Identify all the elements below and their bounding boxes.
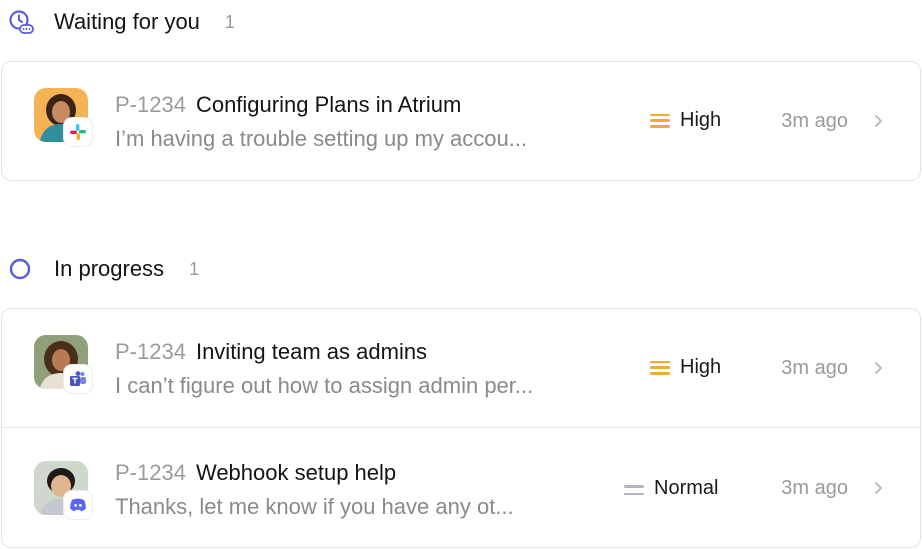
microsoft-teams-icon [64,365,92,393]
ticket-heading: P-1234 Inviting team as admins [115,339,427,365]
section-title: In progress [54,256,165,281]
ticket-heading: P-1234 Webhook setup help [115,460,396,486]
priority-badge: High [650,109,721,132]
avatar [34,461,92,519]
ticket-title: Webhook setup help [195,460,397,485]
ticket-id: P-1234 [115,339,186,364]
ticket-time: 3m ago [781,477,848,499]
priority-normal-icon [624,485,644,495]
section-header-waiting: Waiting for you 1 [8,7,235,37]
avatar [34,335,92,393]
ticket-list-in-progress: P-1234 Inviting team as admins I can’t fi… [1,308,921,548]
section-count: 1 [224,11,235,32]
section-count: 1 [189,258,200,279]
ticket-id: P-1234 [115,460,186,485]
ticket-time: 3m ago [781,357,848,379]
ticket-row[interactable]: P-1234 Configuring Plans in Atrium I’m ha… [2,62,920,180]
priority-badge: Normal [624,477,718,500]
in-progress-circle-icon [8,256,34,282]
priority-badge: High [650,356,721,379]
ticket-preview: I’m having a trouble setting up my accou… [115,126,528,151]
ticket-title: Inviting team as admins [195,339,428,364]
ticket-preview: I can’t figure out how to assign admin p… [115,373,534,398]
ticket-heading: P-1234 Configuring Plans in Atrium [115,92,461,118]
priority-label: High [680,356,722,378]
priority-label: High [680,109,722,131]
slack-icon [64,118,92,146]
priority-high-icon [650,360,670,375]
ticket-preview: Thanks, let me know if you have any ot..… [115,494,514,519]
clock-wait-icon [8,9,34,35]
discord-icon [64,491,92,519]
ticket-queue: Waiting for you 1 P-1234 Configuring Pla… [0,0,922,549]
ticket-row[interactable]: P-1234 Inviting team as admins I can’t fi… [2,309,920,427]
ticket-id: P-1234 [115,92,186,117]
avatar [34,88,92,146]
priority-high-icon [650,113,670,128]
chevron-right-icon[interactable] [872,114,884,128]
section-title: Waiting for you [54,9,200,34]
chevron-right-icon[interactable] [872,361,884,375]
ticket-row[interactable]: P-1234 Webhook setup help Thanks, let me … [2,427,920,547]
ticket-list-waiting: P-1234 Configuring Plans in Atrium I’m ha… [1,61,921,181]
ticket-time: 3m ago [781,110,848,132]
ticket-title: Configuring Plans in Atrium [195,92,462,117]
priority-label: Normal [654,477,719,499]
section-header-in-progress: In progress 1 [8,254,199,284]
chevron-right-icon[interactable] [872,481,884,495]
